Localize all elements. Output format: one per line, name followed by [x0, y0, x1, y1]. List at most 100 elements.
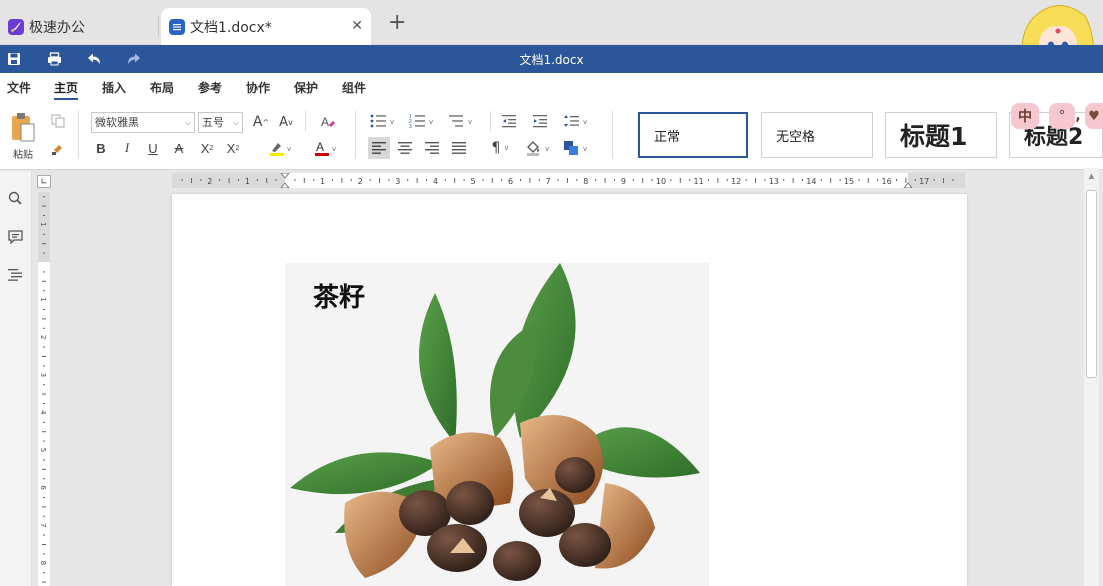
ruler-label: 1	[320, 177, 325, 186]
increase-indent-icon[interactable]	[531, 112, 549, 130]
ruler-tick	[679, 178, 681, 183]
menu-file[interactable]: 文件	[7, 79, 31, 96]
line-spacing-icon[interactable]: v	[562, 112, 592, 130]
horizontal-ruler[interactable]: 2 1 1 2 3 4 5 6 7 8 9 10 11 12 13 14 15 16 17	[172, 173, 965, 188]
style-heading1-label: 标题1	[900, 122, 968, 151]
ruler-tick	[896, 179, 897, 181]
ruler-tick	[294, 179, 296, 181]
ruler-label: 2	[207, 177, 212, 186]
italic-button[interactable]: I	[118, 139, 136, 157]
subscript-button[interactable]: X2	[222, 139, 244, 157]
new-tab-button[interactable]: +	[388, 12, 406, 34]
vertical-ruler-tick	[42, 544, 46, 545]
ruler-tick	[830, 178, 832, 183]
shrink-font-icon[interactable]: Av	[276, 113, 296, 131]
style-normal[interactable]: 正常	[638, 112, 748, 158]
multilevel-list-icon[interactable]: v	[447, 112, 477, 130]
ruler-tick	[755, 178, 756, 183]
underline-button[interactable]: U	[144, 139, 162, 157]
vertical-ruler[interactable]: 21123456789	[38, 192, 50, 586]
ruler-label: 2	[358, 177, 363, 186]
menu-components[interactable]: 组件	[342, 79, 366, 96]
shading-icon[interactable]: v	[524, 139, 554, 157]
tab-stop-selector[interactable]: ∟	[37, 175, 51, 188]
ruler-tick	[501, 179, 503, 181]
ribbon-divider	[490, 111, 491, 131]
vertical-ruler-tick	[43, 478, 45, 480]
align-center-button[interactable]	[396, 139, 414, 157]
ruler-tick	[538, 179, 540, 181]
ruler-tick	[708, 179, 709, 181]
ruler-label: 8	[583, 177, 588, 186]
menu-references[interactable]: 参考	[198, 79, 222, 96]
grow-font-icon[interactable]: A ^	[251, 113, 271, 131]
bullet-list-icon[interactable]: v	[369, 112, 399, 130]
ime-mode-button[interactable]: 中	[1011, 103, 1039, 129]
ruler-tick	[820, 179, 822, 181]
vertical-ruler-label: 2	[39, 335, 47, 339]
svg-text:v: v	[468, 118, 472, 126]
vertical-scrollbar[interactable]: ▲	[1084, 168, 1099, 586]
format-painter-icon[interactable]	[49, 140, 67, 158]
ruler-tick	[877, 179, 879, 181]
highlight-color-button[interactable]: v	[267, 139, 295, 157]
comment-icon[interactable]	[6, 228, 24, 246]
ruler-tick	[632, 179, 634, 181]
menu-insert[interactable]: 插入	[102, 79, 126, 96]
document-page[interactable]: 茶籽	[172, 194, 967, 586]
rocket-app-icon	[8, 18, 24, 35]
tab-document[interactable]: 文档1.docx* ✕	[161, 8, 371, 45]
decrease-indent-icon[interactable]	[500, 112, 518, 130]
title-toolbar: 文档1.docx	[0, 45, 1103, 73]
scrollbar-thumb[interactable]	[1086, 190, 1097, 378]
camellia-seed-image[interactable]: 茶籽	[285, 263, 709, 586]
left-indent-marker[interactable]	[280, 182, 290, 188]
menu-protect[interactable]: 保护	[294, 79, 318, 96]
copy-icon[interactable]	[49, 112, 67, 130]
vertical-ruler-tick	[43, 497, 45, 498]
first-line-indent-marker[interactable]	[280, 173, 290, 179]
font-size-select[interactable]: 五号 ⌵	[198, 112, 243, 133]
paragraph-marks-icon[interactable]: ¶ v	[486, 139, 514, 157]
ruler-tick	[557, 179, 559, 181]
close-tab-icon[interactable]: ✕	[351, 18, 363, 34]
borders-icon[interactable]: v	[562, 139, 592, 157]
font-color-button[interactable]: Av	[312, 139, 340, 157]
ruler-tick	[350, 179, 352, 181]
figure-title: 茶籽	[313, 283, 366, 313]
align-right-button[interactable]	[423, 139, 441, 157]
ruler-tick	[764, 179, 766, 181]
align-left-button[interactable]	[368, 137, 390, 159]
superscript-button[interactable]: X2	[196, 139, 218, 157]
ruler-tick	[867, 178, 869, 183]
clear-format-icon[interactable]: A	[318, 113, 338, 131]
style-no-spacing[interactable]: 无空格	[761, 112, 873, 158]
numbered-list-icon[interactable]: 123v	[408, 112, 438, 130]
navigation-icon[interactable]	[6, 266, 24, 284]
left-rail	[0, 171, 32, 586]
ruler-tick	[802, 179, 803, 181]
vertical-ruler-label: 4	[39, 410, 47, 415]
style-heading1[interactable]: 标题1	[885, 112, 997, 158]
vertical-ruler-label: 6	[39, 485, 47, 490]
menu-collaborate[interactable]: 协作	[246, 79, 270, 96]
scroll-up-icon[interactable]: ▲	[1086, 170, 1097, 182]
ime-skin-button[interactable]: ♥	[1085, 103, 1103, 129]
bold-button[interactable]: B	[92, 139, 110, 157]
ruler-label: 12	[731, 177, 741, 186]
document-icon	[169, 18, 185, 35]
svg-text:v: v	[583, 118, 587, 126]
ruler-label: 15	[844, 177, 854, 186]
menu-layout[interactable]: 布局	[150, 79, 174, 96]
paste-icon[interactable]	[8, 111, 38, 145]
strikethrough-button[interactable]: A	[170, 139, 188, 157]
search-icon[interactable]	[6, 189, 24, 207]
ime-toolbar: 中 ° , ♥	[1011, 101, 1103, 131]
font-name-select[interactable]: 微软雅黑 ⌵	[91, 112, 195, 133]
vertical-ruler-label: 5	[39, 448, 47, 452]
vertical-ruler-tick	[43, 290, 45, 292]
justify-button[interactable]	[450, 139, 468, 157]
right-indent-marker[interactable]	[903, 182, 913, 188]
menu-home[interactable]: 主页	[54, 79, 79, 100]
tab-app-home[interactable]: 极速办公	[0, 8, 158, 45]
